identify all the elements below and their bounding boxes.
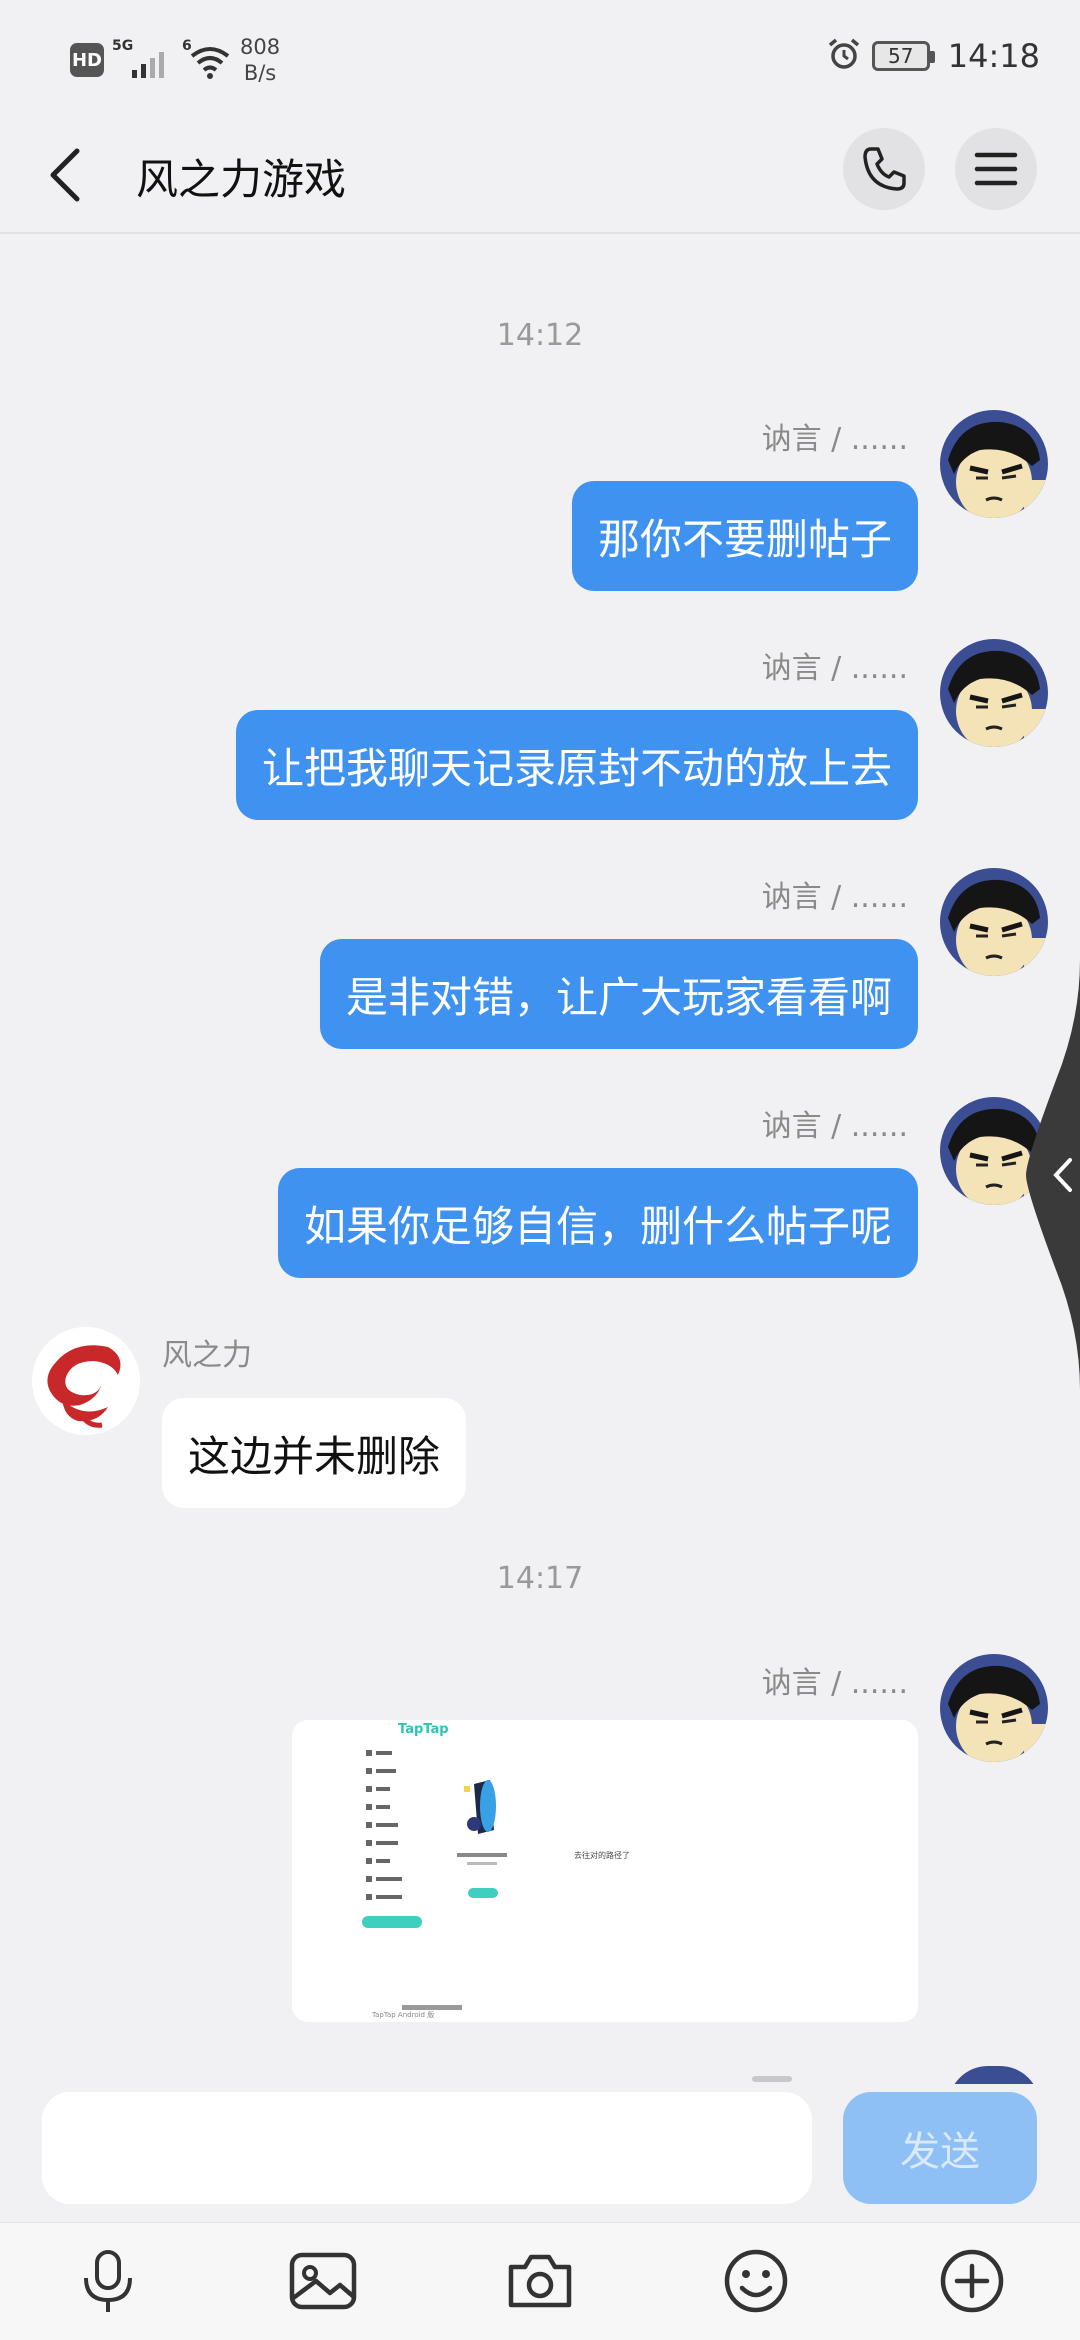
more-button[interactable] xyxy=(930,2239,1014,2323)
battery-icon: 57 xyxy=(871,41,935,71)
clock: 14:18 xyxy=(947,37,1040,75)
menu-button[interactable] xyxy=(955,128,1037,210)
call-button[interactable] xyxy=(843,128,925,210)
message-bubble-sent[interactable]: 是非对错，让广大玩家看看啊 xyxy=(319,939,918,1049)
camera-icon xyxy=(508,2254,572,2308)
message-bubble-sent[interactable]: 那你不要删帖子 xyxy=(571,481,918,591)
menu-icon xyxy=(974,152,1018,186)
message-bubble-sent[interactable]: 让把我聊天记录原封不动的放上去 xyxy=(235,710,918,820)
alarm-icon xyxy=(826,36,862,76)
sender-nickname: 讷言 / ...... xyxy=(761,1109,908,1144)
avatar-image xyxy=(940,1654,1048,1762)
message-bubble-received[interactable]: 这边并未删除 xyxy=(162,1398,467,1508)
sender-nickname: 风之力 xyxy=(162,1338,252,1373)
timestamp: 14:12 xyxy=(496,318,584,353)
voice-button[interactable] xyxy=(66,2239,150,2323)
wifi-icon: 6 xyxy=(182,38,230,82)
sender-nickname: 讷言 / ...... xyxy=(761,651,908,686)
cell-signal-icon: 5G xyxy=(112,38,172,82)
sender-nickname: 讷言 / ...... xyxy=(761,1666,908,1701)
chevron-left-icon xyxy=(50,148,80,202)
plus-icon xyxy=(940,2249,1004,2313)
status-bar: HD 5G 6 808 B/s 57 14:18 xyxy=(0,0,1080,120)
gallery-button[interactable] xyxy=(281,2239,365,2323)
send-button[interactable]: 发送 xyxy=(843,2092,1037,2204)
next-message-partial xyxy=(0,2066,1080,2084)
avatar[interactable] xyxy=(32,1327,140,1435)
edge-swipe-handle[interactable] xyxy=(1026,960,1080,1390)
network-speed: 808 B/s xyxy=(240,35,281,85)
message-input[interactable] xyxy=(42,2092,812,2204)
microphone-icon xyxy=(84,2250,132,2312)
image-footer: TapTap Android 版 xyxy=(372,2011,435,2019)
chevron-left-icon xyxy=(1026,960,1080,1390)
sender-nickname: 讷言 / ...... xyxy=(761,880,908,915)
image-icon xyxy=(289,2252,357,2310)
avatar[interactable] xyxy=(940,1654,1048,1762)
chat-header: 风之力游戏 xyxy=(0,120,1080,234)
avatar-image xyxy=(940,639,1048,747)
screenshot-preview xyxy=(362,1750,507,2010)
camera-button[interactable] xyxy=(498,2239,582,2323)
sender-nickname: 讷言 / ...... xyxy=(761,422,908,457)
image-caption: 去往对的路径了 xyxy=(574,1851,630,1860)
hd-badge: HD xyxy=(70,43,104,77)
avatar-image xyxy=(940,410,1048,518)
input-toolbar xyxy=(0,2222,1080,2340)
image-message[interactable]: TapTap 去往对的路径了 TapTap Android 版 xyxy=(292,1720,918,2022)
phone-icon xyxy=(863,147,906,191)
chat-title: 风之力游戏 xyxy=(136,155,347,204)
avatar[interactable] xyxy=(940,410,1048,518)
avatar-image xyxy=(32,1327,140,1435)
timestamp: 14:17 xyxy=(496,1561,584,1596)
emoji-button[interactable] xyxy=(714,2239,798,2323)
message-bubble-sent[interactable]: 如果你足够自信，删什么帖子呢 xyxy=(277,1168,918,1278)
back-button[interactable] xyxy=(30,140,100,210)
emoji-icon xyxy=(724,2249,788,2313)
avatar[interactable] xyxy=(940,639,1048,747)
